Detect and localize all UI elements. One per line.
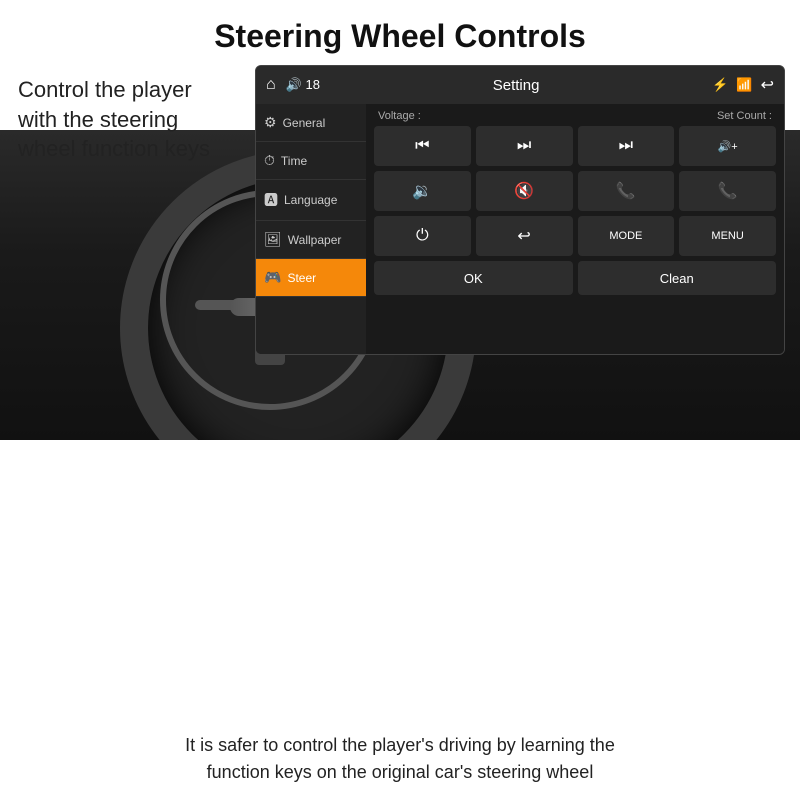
home-icon[interactable]: ⌂ — [266, 76, 276, 94]
button-grid: ⏮ ⏭ ⏭ 🔊+ 🔉 🔇 📞 📞 ⏻ ↩ MODE MENU — [374, 126, 776, 256]
wallpaper-icon: 🖼 — [264, 231, 282, 248]
sidebar-item-language[interactable]: 🅰 Language — [256, 180, 366, 221]
page-title: Steering Wheel Controls — [0, 0, 800, 65]
play-pause-button[interactable]: ⏭ — [476, 126, 573, 166]
sidebar-item-wallpaper[interactable]: 🖼 Wallpaper — [256, 221, 366, 259]
next-track-button[interactable]: ⏭ — [578, 126, 675, 166]
signal-icon: 📶 — [736, 77, 752, 93]
return-button[interactable]: ↩ — [476, 216, 573, 256]
mode-button[interactable]: MODE — [578, 216, 675, 256]
top-bar: ⌂ 🔊 18 Setting ⚡ 📶 ↩ — [256, 66, 784, 104]
back-button[interactable]: ↩ — [761, 75, 774, 95]
bottom-description: It is safer to control the player's driv… — [0, 716, 800, 800]
description-text: Control the player with the steering whe… — [0, 65, 240, 164]
content-area: ⚙ General ⏱ Time 🅰 Language 🖼 Wallpaper … — [256, 104, 784, 354]
ok-button[interactable]: OK — [374, 261, 573, 295]
volume-up-button[interactable]: 🔊+ — [679, 126, 776, 166]
call-accept-button[interactable]: 📞 — [578, 171, 675, 211]
main-content: Voltage : Set Count : ⏮ ⏭ ⏭ 🔊+ 🔉 🔇 📞 📞 ⏻… — [366, 104, 784, 354]
setting-title: Setting — [493, 77, 540, 94]
language-icon: 🅰 — [264, 190, 278, 210]
mute-button[interactable]: 🔇 — [476, 171, 573, 211]
usb-icon: ⚡ — [712, 77, 728, 93]
settings-sidebar: ⚙ General ⏱ Time 🅰 Language 🖼 Wallpaper … — [256, 104, 366, 354]
time-icon: ⏱ — [264, 152, 275, 169]
sidebar-item-time[interactable]: ⏱ Time — [256, 142, 366, 180]
power-button[interactable]: ⏻ — [374, 216, 471, 256]
set-count-label: Set Count : — [717, 110, 772, 122]
sidebar-item-steer[interactable]: 🎮 Steer — [256, 259, 366, 297]
steer-icon: 🎮 — [264, 269, 281, 286]
volume-down-button[interactable]: 🔉 — [374, 171, 471, 211]
general-icon: ⚙ — [264, 114, 277, 131]
prev-track-button[interactable]: ⏮ — [374, 126, 471, 166]
action-buttons: OK Clean — [374, 261, 776, 295]
ui-screenshot-panel: ⌂ 🔊 18 Setting ⚡ 📶 ↩ ⚙ General ⏱ Time — [255, 65, 785, 355]
voltage-label: Voltage : — [378, 110, 421, 122]
volume-icon: 🔊 18 — [286, 77, 320, 93]
menu-button[interactable]: MENU — [679, 216, 776, 256]
call-end-button[interactable]: 📞 — [679, 171, 776, 211]
row-labels: Voltage : Set Count : — [374, 110, 776, 122]
clean-button[interactable]: Clean — [578, 261, 777, 295]
sidebar-item-general[interactable]: ⚙ General — [256, 104, 366, 142]
